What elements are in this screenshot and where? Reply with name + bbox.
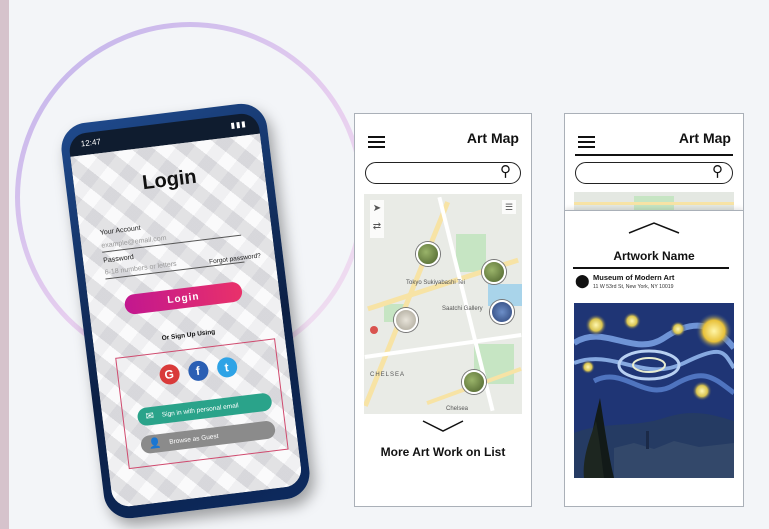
chevron-up-icon[interactable] <box>627 221 681 235</box>
email-signin-button[interactable]: ✉ Sign in with personal email <box>136 392 273 427</box>
search-icon[interactable]: ⚲ <box>500 162 511 180</box>
artwork-map-pin[interactable] <box>394 308 418 332</box>
map-label: Tokyo Sukiyabashi Tei <box>406 280 465 286</box>
header: Art Map <box>565 114 743 162</box>
header: Art Map <box>355 114 531 162</box>
guest-browse-label: Browse as Guest <box>168 432 219 446</box>
artwork-map-pin[interactable] <box>416 242 440 266</box>
map-label: Chelsea <box>446 406 469 412</box>
location-pin-icon: ⬤ <box>575 273 590 288</box>
more-artwork-link[interactable]: More Art Work on List <box>355 445 531 459</box>
search-input[interactable]: ⚲ <box>365 162 521 184</box>
left-edge-strip <box>0 0 9 529</box>
hamburger-icon[interactable] <box>578 136 595 151</box>
map-label: CHELSEA <box>370 372 406 378</box>
map-road <box>574 202 734 205</box>
map-label: Saatchi Gallery <box>442 306 483 312</box>
map-marker <box>370 326 378 334</box>
search-input[interactable]: ⚲ <box>575 162 733 184</box>
artwork-detail-sheet: Artwork Name ⬤ Museum of Modern Art 11 W… <box>565 210 743 506</box>
facebook-icon[interactable]: f <box>186 359 210 383</box>
page-title: Login <box>141 165 198 195</box>
hamburger-icon[interactable] <box>368 136 385 151</box>
artwork-map-pin[interactable] <box>462 370 486 394</box>
sign-up-options: G f t ✉ Sign in with personal email 👤 Br… <box>115 338 289 470</box>
search-icon[interactable]: ⚲ <box>712 162 723 180</box>
art-map-screen: Art Map ⚲ ➤ ⇄ ☰ Tokyo Sukiyabashi Tei Saa… <box>354 113 532 507</box>
artwork-name: Artwork Name <box>613 249 695 263</box>
screen-title: Art Map <box>466 130 519 146</box>
starry-night-painting <box>574 303 734 478</box>
artwork-detail-screen: Art Map ⚲ Artwork Name ⬤ Museum of Moder… <box>564 113 744 507</box>
status-time: 12:47 <box>80 136 102 148</box>
header-divider <box>575 154 733 156</box>
artwork-image <box>574 303 734 478</box>
screen-title: Art Map <box>678 130 731 146</box>
email-signin-label: Sign in with personal email <box>161 401 240 419</box>
login-button[interactable]: Login <box>123 281 244 316</box>
social-buttons: G f t <box>118 351 278 390</box>
email-icon: ✉ <box>144 410 155 423</box>
museum-name: Museum of Modern Art <box>593 273 675 282</box>
map-layers-icon[interactable]: ☰ <box>502 200 516 214</box>
guest-browse-button[interactable]: 👤 Browse as Guest <box>139 420 277 455</box>
login-screen: 12:47 ▮▮▮ Login Your Account Password Fo… <box>67 111 304 509</box>
museum-address: 11 W 53rd St, New York, NY 10019 <box>593 284 674 290</box>
artwork-map-pin[interactable] <box>490 300 514 324</box>
login-form: Login Your Account Password Forgot passw… <box>70 133 304 509</box>
chevron-down-icon[interactable] <box>421 419 465 433</box>
map-view[interactable] <box>574 192 734 212</box>
twitter-icon[interactable]: t <box>215 356 238 379</box>
battery-icon: ▮▮▮ <box>229 118 248 130</box>
divider <box>573 267 729 269</box>
map-park <box>456 234 486 272</box>
map-view[interactable]: ➤ ⇄ ☰ Tokyo Sukiyabashi Tei Saatchi Galle… <box>364 194 522 414</box>
user-icon: 👤 <box>148 437 163 450</box>
google-icon[interactable]: G <box>157 363 181 386</box>
map-locate-icon[interactable]: ➤ ⇄ <box>370 200 384 238</box>
artwork-map-pin[interactable] <box>482 260 506 284</box>
